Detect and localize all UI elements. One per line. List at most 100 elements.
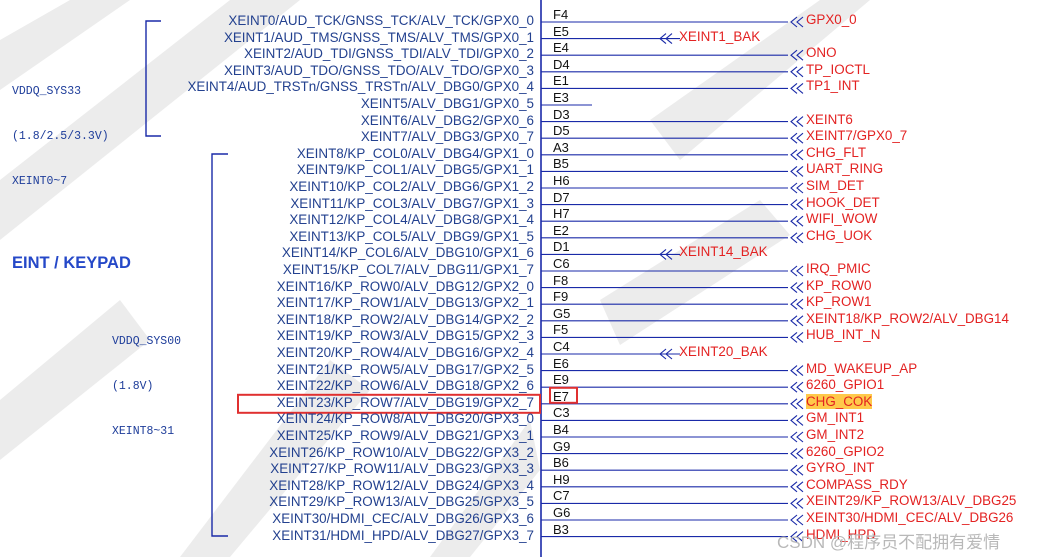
net-label-row: 6260_GPIO1: [806, 377, 884, 393]
net-label-row: GM_INT2: [806, 427, 864, 443]
net-arrow: [790, 315, 804, 327]
ball-id: C6: [553, 256, 570, 271]
pin-name: XEINT17/KP_ROW1/ALV_DBG13/GPX2_1: [276, 295, 534, 311]
pin-name: XEINT13/KP_COL5/ALV_DBG9/GPX1_5: [289, 228, 534, 244]
net-label: CHG_UOK: [806, 227, 873, 243]
net-label: HUB_INT_N: [806, 327, 881, 343]
net-arrow: [790, 365, 804, 377]
net-label-row: UART_RING: [806, 161, 883, 177]
net-arrow: [790, 298, 804, 310]
net-arrow: [790, 132, 804, 144]
net-label-row: XEINT20_BAK: [679, 344, 768, 360]
pin-name: XEINT4/AUD_TRSTn/GNSS_TRSTn/ALV_DBG0/GPX…: [187, 79, 534, 95]
note-line: (1.8/2.5/3.3V): [12, 130, 109, 143]
net-arrow: [790, 182, 804, 194]
net-label: GM_INT1: [806, 410, 865, 426]
net-label-row: CHG_FLT: [806, 145, 866, 161]
pin-name: XEINT18/KP_ROW2/ALV_DBG14/GPX2_2: [276, 311, 534, 327]
net-label-row: 6260_GPIO2: [806, 444, 884, 460]
pin-name: XEINT8/KP_COL0/ALV_DBG4/GPX1_0: [296, 145, 534, 161]
ball-id: E2: [553, 222, 569, 238]
net-arrow: [790, 82, 804, 94]
pin-name: XEINT5/ALV_DBG1/GPX0_5: [360, 96, 534, 111]
ball-id: E4: [553, 40, 569, 56]
net-arrow: [790, 66, 804, 78]
net-label-row: IRQ_PMIC: [806, 261, 871, 277]
net-label: XEINT29/KP_ROW13/ALV_DBG25: [806, 493, 1017, 509]
net-label-row: XEINT7/GPX0_7: [806, 128, 907, 144]
net-label-row: XEINT30/HDMI_CEC/ALV_DBG26: [806, 510, 1013, 526]
ball-id: A3: [553, 139, 569, 155]
note-line: XEINT0~7: [12, 175, 68, 188]
ball-id: E9: [553, 372, 569, 388]
ball-id: G6: [553, 505, 571, 520]
net-label: KP_ROW1: [806, 294, 872, 310]
net-label: TP1_INT: [806, 78, 860, 94]
group-bracket-xeint8-31: [211, 153, 228, 537]
pin-name: XEINT26/KP_ROW10/ALV_DBG22/GPX3_2: [269, 444, 534, 460]
net-label: GM_INT2: [806, 427, 865, 442]
net-label: ONO: [806, 45, 837, 61]
pin-name: XEINT11/KP_COL3/ALV_DBG7/GPX1_3: [290, 195, 534, 211]
net-label: GPX0_0: [806, 12, 857, 27]
net-arrow: [790, 232, 804, 244]
net-arrow: [790, 149, 804, 161]
pin-name: XEINT19/KP_ROW3/ALV_DBG15/GPX2_3: [276, 328, 534, 344]
pin-name: XEINT3/AUD_TDO/GNSS_TDO/ALV_TDO/GPX0_3: [223, 62, 534, 78]
net-label-row: HOOK_DET: [806, 195, 880, 211]
pin-name: XEINT21/KP_ROW5/ALV_DBG17/GPX2_5: [276, 361, 534, 377]
net-label-row: GYRO_INT: [806, 460, 874, 476]
ball-id: B5: [553, 156, 569, 172]
net-label: CHG_COK: [806, 393, 873, 409]
ball-id: F8: [553, 272, 569, 288]
pin-name: XEINT2/AUD_TDI/GNSS_TDI/ALV_TDI/GPX0_2: [244, 46, 534, 62]
pin-name: XEINT14/KP_COL6/ALV_DBG10/GPX1_6: [281, 245, 534, 261]
ball-id: H9: [553, 471, 570, 487]
ball-id: E3: [553, 90, 569, 105]
ball-id: G5: [553, 305, 571, 321]
net-label-row: TP1_INT: [806, 78, 860, 94]
net-label: HOOK_DET: [806, 194, 880, 210]
net-label: TP_IOCTL: [806, 61, 870, 77]
ball-id: F4: [553, 7, 569, 22]
ball-id: F5: [553, 322, 569, 338]
net-arrow: [790, 165, 804, 177]
pin-name: XEINT29/KP_ROW13/ALV_DBG25/GPX3_5: [269, 494, 534, 510]
net-arrow: [790, 16, 804, 28]
net-label-row: HUB_INT_N: [806, 327, 880, 343]
pin-name: XEINT27/KP_ROW11/ALV_DBG23/GPX3_3: [270, 461, 534, 477]
net-label-row: SIM_DET: [806, 178, 864, 194]
section-title: EINT / KEYPAD: [12, 254, 131, 272]
note-line: VDDQ_SYS00: [112, 335, 182, 348]
group-note-xeint0-7: VDDQ_SYS33 (1.8/2.5/3.3V) XEINT0~7: [12, 54, 109, 219]
net-label: XEINT6: [806, 111, 853, 127]
net-label: 6260_GPIO1: [806, 377, 885, 393]
watermark: CSDN @程序员不配拥有爱情: [777, 533, 1001, 552]
net-arrow: [790, 481, 804, 493]
net-label-row: KP_ROW1: [806, 294, 871, 310]
net-label: GYRO_INT: [806, 460, 875, 476]
pin-name: XEINT31/HDMI_HPD/ALV_DBG27/GPX3_7: [272, 527, 534, 543]
net-label: XEINT1_BAK: [679, 28, 761, 44]
net-arrow: [790, 199, 804, 211]
net-label: MD_WAKEUP_AP: [806, 360, 918, 376]
ball-id: D4: [553, 56, 570, 72]
ball-id: B4: [553, 422, 569, 437]
net-arrow: [790, 116, 804, 128]
ball-id: H7: [553, 206, 570, 222]
net-label: XEINT20_BAK: [679, 344, 768, 359]
ball-id: B6: [553, 455, 569, 471]
ball-id: E7: [553, 388, 569, 404]
net-arrow: [790, 414, 804, 426]
net-label: XEINT18/KP_ROW2/ALV_DBG14: [806, 310, 1009, 326]
pin-name: XEINT25/KP_ROW9/ALV_DBG21/GPX3_1: [276, 428, 534, 443]
net-arrow: [790, 431, 804, 443]
net-label: CHG_FLT: [806, 144, 867, 160]
pin-name: XEINT7/ALV_DBG3/GPX0_7: [360, 129, 534, 145]
net-label: SIM_DET: [806, 178, 865, 193]
ball-id: C7: [553, 488, 570, 504]
net-label-row: XEINT6: [806, 112, 853, 128]
ball-id: E5: [553, 23, 569, 39]
net-label-row: KP_ROW0: [806, 278, 871, 294]
schematic-sheet: XEINT0/AUD_TCK/GNSS_TCK/ALV_TCK/GPX0_0 XE…: [0, 0, 1042, 557]
